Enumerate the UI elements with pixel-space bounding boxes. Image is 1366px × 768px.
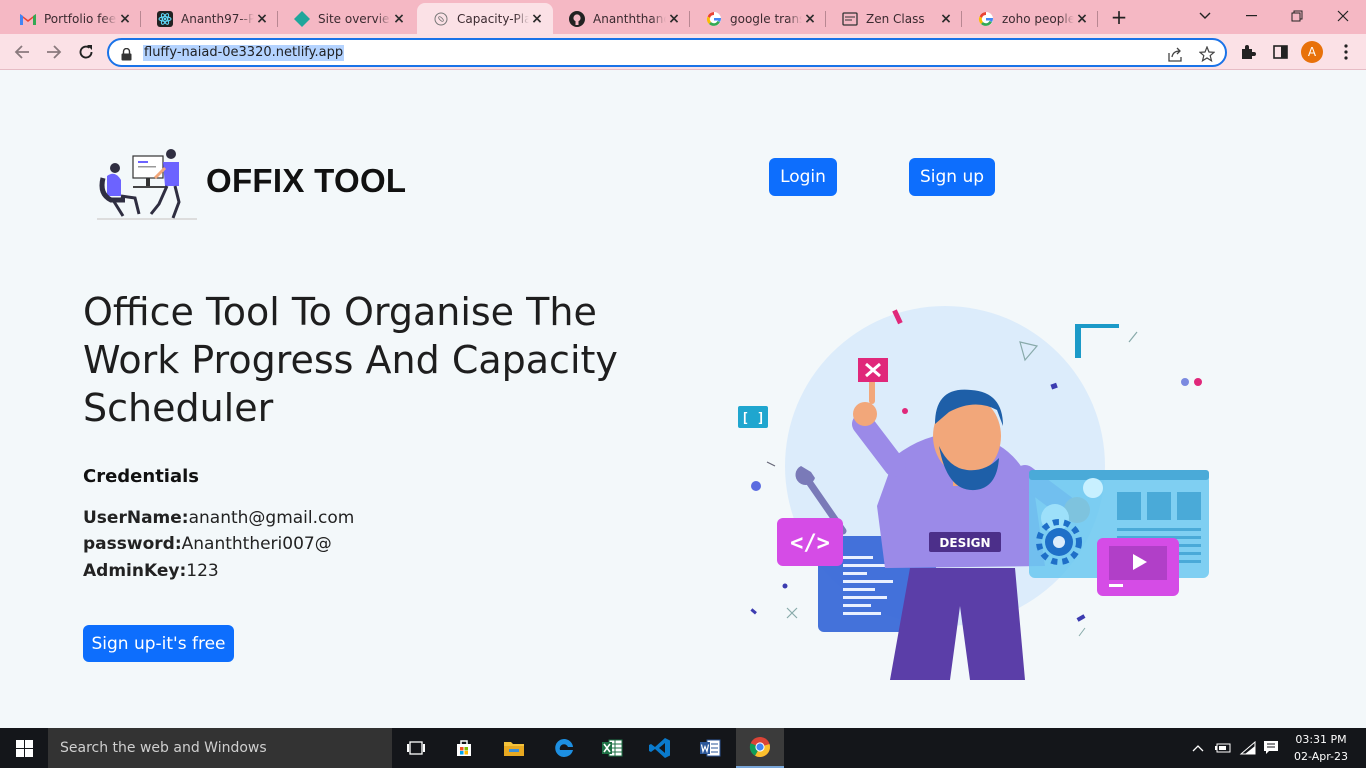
clock-date: 02-Apr-23 [1293,750,1349,763]
wifi-icon[interactable] [1238,738,1258,758]
tab-search-chevron-icon[interactable] [1182,0,1228,32]
new-tab-button[interactable]: + [1108,6,1130,28]
zen-icon [842,11,858,27]
login-button[interactable]: Login [769,158,837,196]
close-window-icon[interactable] [1320,0,1366,32]
extensions-icon[interactable] [1238,42,1258,62]
close-tab-icon[interactable]: × [666,11,682,27]
tab-ananth97-portfolio[interactable]: Ananth97--Po × [141,3,278,34]
task-view-icon[interactable] [392,728,440,768]
bookmark-star-icon[interactable] [1199,46,1215,62]
credential-username: UserName:ananth@gmail.com [83,508,354,528]
tab-title: google transl [730,11,802,26]
address-bar[interactable]: fluffy-naiad-0e3320.netlify.app [107,38,1227,67]
tab-capacity-plan[interactable]: Capacity-Plan × [417,3,553,34]
netlify-icon [294,10,310,27]
tab-title: Site overview [318,11,391,26]
credential-label: UserName: [83,508,189,528]
store-icon[interactable] [440,728,488,768]
back-arrow-icon[interactable] [8,38,36,66]
react-icon [157,10,173,27]
tab-title: Zen Class [866,11,925,26]
share-icon[interactable] [1167,46,1183,62]
taskbar-search-box[interactable]: Search the web and Windows [48,728,392,768]
tab-zen-class[interactable]: Zen Class × [826,3,962,34]
taskbar-clock[interactable]: 03:31 PM 02-Apr-23 [1290,731,1352,765]
tab-title: Ananth97--Po [181,11,254,26]
url-text[interactable]: fluffy-naiad-0e3320.netlify.app [143,45,345,61]
tab-title: Portfolio feed [44,11,117,26]
chrome-icon[interactable] [736,728,784,768]
web-page: OFFIX TOOL Login Sign up Office Tool To … [0,70,1366,728]
bracket-tile-text: [ ] [741,411,764,426]
google-icon [978,11,994,27]
side-panel-icon[interactable] [1270,42,1290,62]
credential-password: password:Ananththeri007@ [83,534,332,554]
close-tab-icon[interactable]: × [1074,11,1090,27]
tab-title: Ananththand [593,11,666,26]
word-icon[interactable] [686,728,734,768]
file-explorer-icon[interactable] [490,728,538,768]
code-tag-text: </> [790,531,830,556]
credentials-title: Credentials [83,466,200,487]
tab-site-overview[interactable]: Site overview × [278,3,415,34]
design-badge-text: DESIGN [939,536,990,550]
tab-google-translate[interactable]: google transl × [690,3,826,34]
google-icon [706,11,722,27]
tab-title: zoho people [1002,11,1074,26]
forward-arrow-icon[interactable] [40,38,68,66]
signup-free-button[interactable]: Sign up-it's free [83,625,234,662]
credential-adminkey: AdminKey:123 [83,561,219,581]
app-icon [433,11,449,27]
browser-tab-strip: Portfolio feed × Ananth97--Po × Site ove… [0,0,1366,34]
close-tab-icon[interactable]: × [391,11,407,27]
close-tab-icon[interactable]: × [529,11,545,27]
windows-start-icon[interactable] [0,728,48,768]
brand-name: OFFIX TOOL [206,162,407,199]
reload-icon[interactable] [72,38,100,66]
credential-value: Ananththeri007@ [181,534,332,554]
close-tab-icon[interactable]: × [117,11,133,27]
hero-developer-illustration: [ ] </> DESIGN [738,306,1209,680]
tab-github[interactable]: Ananththand × [553,3,690,34]
close-tab-icon[interactable]: × [254,11,270,27]
profile-avatar[interactable]: A [1301,41,1323,63]
credential-label: password: [83,534,182,554]
minimize-icon[interactable] [1228,0,1274,32]
edge-browser-icon[interactable] [540,728,588,768]
credential-label: AdminKey: [83,561,187,581]
windows-taskbar: Search the web and Windows 03:31 PM 02-A… [0,728,1366,768]
signup-button[interactable]: Sign up [909,158,995,196]
github-icon [569,10,585,27]
tab-zoho-people[interactable]: zoho people × [962,3,1098,34]
credential-value: ananth@gmail.com [188,508,355,528]
close-tab-icon[interactable]: × [938,11,954,27]
browser-toolbar: fluffy-naiad-0e3320.netlify.app A [0,34,1366,70]
vscode-icon[interactable] [636,728,684,768]
gmail-icon [20,11,36,27]
restore-icon[interactable] [1274,0,1320,32]
brand-logo-illustration [97,149,197,220]
lock-icon[interactable] [121,46,132,65]
menu-kebab-icon[interactable] [1336,42,1356,62]
excel-icon[interactable] [588,728,636,768]
tab-title: Capacity-Plan [457,11,529,26]
page-headline: Office Tool To Organise The Work Progres… [83,290,618,430]
tray-chevron-up-icon[interactable] [1188,738,1208,758]
credential-value: 123 [186,561,219,581]
tab-portfolio-feed[interactable]: Portfolio feed × [4,3,141,34]
close-tab-icon[interactable]: × [802,11,818,27]
notifications-icon[interactable] [1261,738,1281,758]
clock-time: 03:31 PM [1295,733,1347,746]
battery-icon[interactable] [1213,738,1233,758]
